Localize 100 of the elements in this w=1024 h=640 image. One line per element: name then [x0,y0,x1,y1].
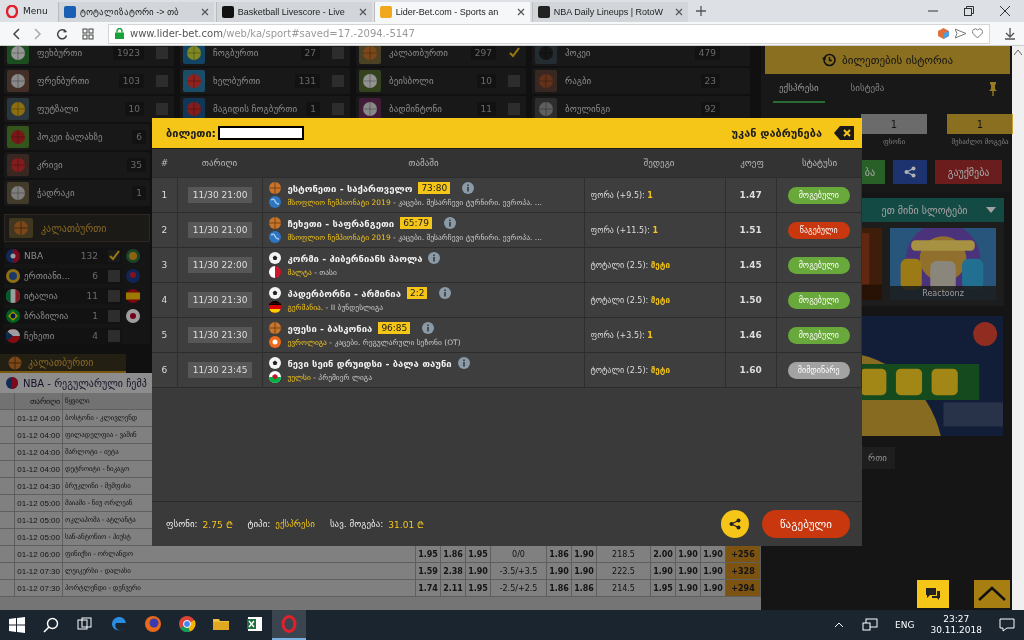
sport-item[interactable]: ხელბურთი 131 [180,68,350,94]
back-button[interactable]: უკან დაბრუნება [731,126,822,140]
amount-field[interactable]: 1 [947,114,1014,134]
sport-item[interactable]: ჭადრაკი 1 [4,180,150,206]
status-badge: მიმდინარე [787,361,850,379]
odds-cell[interactable]: 1.86 [572,580,597,596]
slot-caption: Reactoonz [890,286,997,300]
bet-text: ფორა (+11.5): 1 [584,213,726,247]
result-button[interactable]: წაგებული [761,510,850,538]
status-badge: წაგებული [787,221,850,239]
date-chip: 11/30 22:00 [187,257,253,273]
match-teams: ნევი სეინ დრუიდსი - ბალა თაუნი [287,357,452,369]
odds-cell[interactable]: 1.90 [572,563,597,579]
cancel-button[interactable]: გაუქმება [935,160,1003,184]
column-header: კოეფ [739,157,765,170]
column-header: თარიღი [200,157,239,170]
browser-tab[interactable]: Lider-Bet.com - Sports an [373,2,530,22]
date-chip: 11/30 21:30 [187,292,253,308]
sport-item[interactable]: ჰოკეი ბალახზე 6 [4,124,150,150]
odds-value: 1.51 [725,213,777,247]
panel-title: კალათბურთი [41,222,107,234]
odds-value: 1.47 [725,178,777,212]
row-number: 5 [152,318,178,352]
type-value: ექსპრესი [275,519,315,529]
odds-cell[interactable]: 1.59 [416,563,441,579]
league-item[interactable]: იტალია 11 [4,288,122,304]
odds-cell[interactable]: 222.5 [597,563,651,579]
row-number: 2 [152,213,178,247]
slip-tab[interactable]: სისტემა [844,75,891,103]
sport-item[interactable]: ჰოკეი 479 [532,46,750,66]
more-markets-cell[interactable]: +294 [726,580,761,596]
odds-cell[interactable]: 214.5 [597,580,651,596]
row-number: 3 [152,248,178,282]
clock[interactable]: 23:27 30.11.2018 [930,613,982,637]
sport-item[interactable]: ფრენბურთი 103 [4,68,174,94]
bet-text: ფორა (+9.5): 1 [584,178,726,212]
table-cell: 01-12 04:00 [15,444,63,460]
odds-cell[interactable]: 1.90 [466,563,491,579]
sport-item[interactable]: ფეხბურთი 1923 [4,46,174,66]
slots-title: ეთ მინი სლოტები [881,204,968,216]
column-header: თამაში [407,157,440,170]
sport-tab[interactable]: კალათბურთი [0,354,126,373]
more-markets-cell[interactable]: +328 [726,563,761,579]
date-chip: 11/30 21:00 [187,187,253,203]
odds-cell[interactable]: 1.90 [676,563,701,579]
league-item[interactable]: ბრაზილია 1 [4,308,122,324]
ticket-history-button[interactable]: ბილეთების ისტორია [765,46,1011,74]
stake-label: ფსონი: [166,519,198,529]
table-cell: 01-12 05:00 [15,529,63,545]
bet-text: ტოტალი (2.5): მეტი [584,353,726,387]
odds-cell[interactable]: 1.74 [416,580,441,596]
score-badge: 2:2 [407,287,428,299]
table-cell: 01-12 04:00 [15,461,63,477]
bet-text: ფორა (+3.5): 1 [584,318,726,352]
odds-cell[interactable]: -3.5/+3.5 [491,563,547,579]
odds-value: 1.60 [725,353,777,387]
address-field[interactable]: www.lider-bet.com/web/ka/sport#saved=17.-2094.-5147 [108,23,990,44]
row-number: 4 [152,283,178,317]
odds-value: 1.45 [725,248,777,282]
league-item[interactable]: NBA 132 [4,248,122,264]
odds-cell[interactable]: 1.95 [651,580,676,596]
odds-cell[interactable]: 1.86 [547,580,572,596]
table-cell: 01-12 07:30 [15,563,63,579]
language-indicator[interactable]: ENG [895,620,915,630]
browser-tab[interactable]: Basketball Livescore - Live [215,2,372,22]
score-badge: 73:80 [418,182,451,194]
sport-item[interactable]: კრივი 35 [4,152,150,178]
odds-cell[interactable]: 2.38 [441,563,466,579]
status-badge: მოგებული [787,291,850,309]
date-chip: 11/30 21:30 [187,327,253,343]
odds-cell[interactable]: -2.5/+2.5 [491,580,547,596]
amount-field[interactable]: 1 [861,114,928,134]
bet-text: ტოტალი (2.5): მეტი [584,248,726,282]
sport-item[interactable]: ბეისბოლი 10 [356,68,526,94]
sport-item[interactable]: რაგბი 23 [532,68,750,94]
league-item[interactable]: ჩეხეთი 4 [4,328,122,344]
odds-value: 1.46 [725,318,777,352]
match-teams: ესტონეთი - საქართველო [287,182,413,194]
odds-cell[interactable]: 1.90 [547,563,572,579]
odds-value: 1.50 [725,283,777,317]
table-cell: 01-12 04:30 [15,478,63,494]
browser-tab[interactable]: NBA Daily Lineups | RotoW [531,2,688,22]
row-number: 1 [152,178,178,212]
odds-cell[interactable]: 1.95 [466,580,491,596]
odds-cell[interactable]: 1.90 [651,563,676,579]
menu-button[interactable]: Menu [4,0,56,22]
table-cell: 01-12 04:00 [15,410,63,426]
score-badge: 65:79 [400,217,433,229]
odds-cell[interactable]: 1.90 [676,580,701,596]
league-item[interactable]: ერთიანი... 6 [4,268,122,284]
column-header: # [159,157,170,170]
odds-cell[interactable]: 2.11 [441,580,466,596]
score-badge: 96:85 [378,322,411,334]
sport-item[interactable]: კალათბურთი 297 [356,46,526,66]
more-markets-cell[interactable]: +256 [726,546,761,562]
table-cell: 01-12 04:00 [15,427,63,443]
sport-item[interactable]: ჩოგბურთი 27 [180,46,350,66]
browser-tab[interactable]: ტოტალიზატორი -> თბ [57,2,214,22]
sport-item[interactable]: ფუტზალი 10 [4,96,174,122]
column-header: თარიღი [15,393,63,409]
